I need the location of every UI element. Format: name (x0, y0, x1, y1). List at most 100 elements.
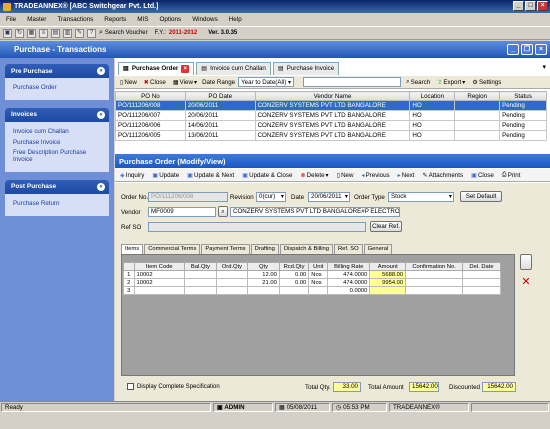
menu-mis[interactable]: MIS (137, 16, 148, 23)
menu-help[interactable]: Help (229, 16, 242, 23)
menu-options[interactable]: Options (160, 16, 182, 23)
table-row[interactable]: PO/111206/006 14/06/2011 CONZERV SYSTEMS… (115, 120, 547, 131)
column-header[interactable]: PO No (115, 91, 186, 101)
billing-rate-cell[interactable]: 474.0000 (327, 278, 371, 287)
module-close-button[interactable]: × (535, 44, 547, 55)
search-button[interactable]: ⌕ Search (404, 78, 432, 86)
order-no-field[interactable]: PO/111206/008 (148, 192, 228, 202)
tab-dispatch-billing[interactable]: Dispatch & Billing (279, 244, 333, 254)
column-header[interactable]: Status (499, 91, 547, 101)
qty-cell[interactable]: 12.00 (247, 270, 280, 279)
amount-cell[interactable] (369, 286, 407, 295)
vendor-lookup-icon[interactable]: ⌕ (218, 206, 228, 217)
qty-cell[interactable] (247, 286, 280, 295)
column-header[interactable]: Region (454, 91, 501, 101)
grid-icon[interactable]: ▦ (27, 28, 36, 38)
bal-qty-cell[interactable] (184, 278, 217, 287)
rcd-qty-cell[interactable]: 0.00 (278, 278, 310, 287)
maximize-button[interactable]: □ (525, 1, 536, 11)
column-header[interactable]: Billing Rate (327, 262, 371, 271)
collapse-chevron-icon[interactable]: « (97, 182, 105, 191)
help-icon[interactable]: ? (87, 28, 96, 38)
sidebar-group-header[interactable]: Post Purchase « (5, 179, 109, 194)
tab-invoice-cum-challan[interactable]: ▤ Invoice cum Challan (196, 61, 271, 75)
item-code-cell[interactable]: 10002 (133, 278, 186, 287)
module-restore-button[interactable]: ❐ (521, 44, 533, 55)
order-type-select[interactable]: Stock ▾ (388, 192, 454, 202)
next-button[interactable]: ▸ Next (396, 172, 417, 179)
column-header[interactable]: Del. Date (462, 262, 501, 271)
item-row[interactable]: 2 10002 21.00 0.00 Nos 474.0000 9954.00 (123, 278, 501, 287)
document-icon[interactable]: ▤ (51, 28, 60, 38)
del-date-cell[interactable] (462, 270, 501, 279)
column-header[interactable]: Ord.Qty (215, 262, 249, 271)
set-default-button[interactable]: Set Default (460, 191, 502, 202)
column-header[interactable]: Item Code (133, 262, 186, 271)
revision-select[interactable]: 0(cur) ▾ (256, 192, 286, 202)
billing-rate-cell[interactable]: 474.0000 (327, 270, 371, 279)
column-header[interactable]: Unit (308, 262, 329, 271)
view-button[interactable]: ▦ View ▾ (171, 79, 199, 86)
column-header[interactable]: Qty (247, 262, 280, 271)
sidebar-group-header[interactable]: Pre Purchase « (5, 64, 109, 78)
ref-so-field[interactable] (148, 222, 366, 232)
tab-items[interactable]: Items (121, 244, 144, 254)
add-row-icon[interactable] (520, 254, 532, 270)
item-row[interactable]: 1 10002 12.00 0.00 Nos 474.0000 5688.00 (123, 270, 501, 279)
display-spec-checkbox-row[interactable]: Display Complete Specification (127, 383, 220, 390)
rcd-qty-cell[interactable]: 0.00 (278, 270, 310, 279)
menu-master[interactable]: Master (27, 16, 46, 23)
delete-button[interactable]: ⊗ Delete ▾ (298, 172, 330, 179)
inquiry-button[interactable]: ◈ Inquiry (118, 172, 146, 179)
tab-ref-so[interactable]: Ref. SO (334, 244, 363, 254)
bal-qty-cell[interactable] (184, 286, 217, 295)
item-row[interactable]: 3 0.0000 (123, 286, 501, 295)
update-button[interactable]: ▣ Update (150, 172, 181, 179)
collapse-chevron-icon[interactable]: « (97, 67, 105, 75)
unit-cell[interactable]: Nos (308, 270, 329, 279)
tab-purchase-order[interactable]: ▤ Purchase Order × (118, 61, 195, 75)
table-row[interactable]: PO/111206/008 20/06/2011 CONZERV SYSTEMS… (115, 100, 547, 111)
confirmation-cell[interactable] (405, 286, 463, 295)
ord-qty-cell[interactable] (215, 286, 249, 295)
ord-qty-cell[interactable] (215, 278, 249, 287)
item-code-cell[interactable]: 10002 (133, 270, 186, 279)
close-list-button[interactable]: ✖ Close (142, 79, 168, 86)
sidebar-item-free-description-invoice[interactable]: Free Description Purchase Invoice (5, 148, 101, 166)
vendor-name-field[interactable]: CONZERV SYSTEMS PVT LTD BANGALORE#P ELEC… (230, 207, 400, 217)
column-header[interactable]: Vendor Name (254, 91, 411, 101)
update-close-button[interactable]: ▣ Update & Close (240, 172, 294, 179)
tab-purchase-invoice[interactable]: ▤ Purchase Invoice (272, 61, 340, 75)
calculator-icon[interactable]: ▥ (63, 28, 72, 38)
qty-cell[interactable]: 21.00 (247, 278, 280, 287)
column-header[interactable]: Confirmation No. (405, 262, 463, 271)
amount-cell[interactable]: 9954.00 (369, 278, 407, 287)
table-row[interactable]: PO/111206/005 13/06/2011 CONZERV SYSTEMS… (115, 130, 547, 141)
new-button[interactable]: ▯ New (118, 79, 139, 86)
sidebar-group-header[interactable]: Invoices « (5, 107, 109, 122)
rcd-qty-cell[interactable] (278, 286, 310, 295)
tab-general[interactable]: General (363, 244, 393, 254)
module-minimize-button[interactable]: _ (507, 44, 519, 55)
previous-button[interactable]: ◂ Previous (359, 172, 391, 179)
unit-cell[interactable]: Nos (308, 278, 329, 287)
minimize-button[interactable]: _ (513, 1, 524, 11)
delete-row-icon[interactable]: ✕ (520, 276, 532, 288)
list-icon[interactable]: ≡ (39, 28, 48, 38)
column-header[interactable]: Location (409, 91, 456, 101)
del-date-cell[interactable] (462, 278, 501, 287)
search-voucher-button[interactable]: ⌕ Search Voucher (99, 29, 148, 37)
close-tab-icon[interactable]: × (181, 64, 190, 73)
collapse-chevron-icon[interactable]: « (97, 110, 105, 119)
date-field[interactable]: 20/06/2011 ▾ (308, 192, 350, 202)
close-form-button[interactable]: ▣ Close (469, 172, 496, 179)
menu-windows[interactable]: Windows (192, 16, 218, 23)
ord-qty-cell[interactable] (215, 270, 249, 279)
notes-icon[interactable]: ✎ (75, 28, 84, 38)
folder-icon[interactable]: ▣ (3, 28, 12, 38)
sidebar-item-purchase-invoice[interactable]: Purchase Invoice (5, 138, 109, 149)
column-header[interactable]: Bal.Qty (184, 262, 217, 271)
print-button[interactable]: ⎙ Print (500, 171, 523, 179)
refresh-icon[interactable]: ↻ (15, 28, 24, 38)
bal-qty-cell[interactable] (184, 270, 217, 279)
